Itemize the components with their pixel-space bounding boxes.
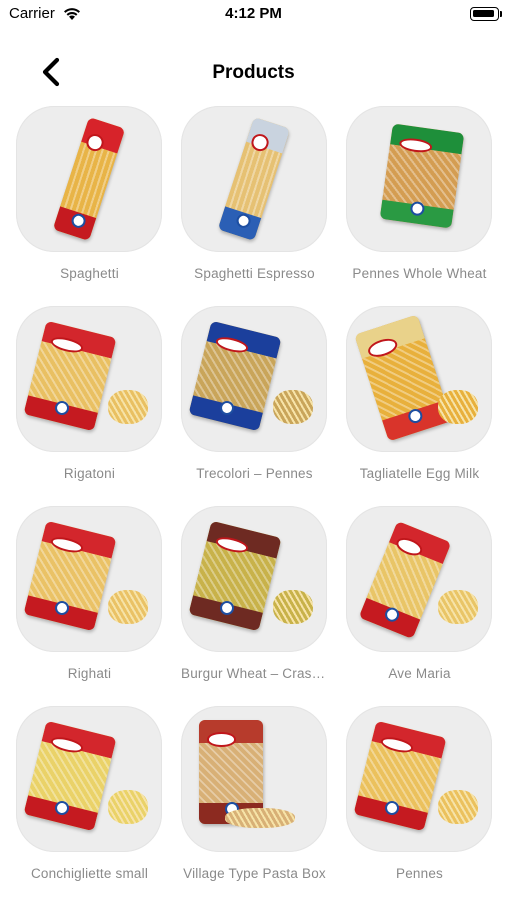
product-item[interactable]: Pennes <box>346 706 493 900</box>
product-package <box>379 123 465 229</box>
product-name: Conchigliette small <box>30 866 149 881</box>
product-name: Tagliatelle Egg Milk <box>359 466 480 481</box>
status-time: 4:12 PM <box>225 5 282 22</box>
pasta-pile <box>438 590 478 624</box>
product-package <box>353 720 447 832</box>
product-image[interactable] <box>346 706 492 852</box>
pasta-pile <box>108 790 148 824</box>
product-name: Spaghetti Espresso <box>194 266 315 281</box>
pasta-pile <box>108 390 148 424</box>
product-image[interactable] <box>346 306 492 452</box>
product-name: Righati <box>67 666 112 681</box>
product-item[interactable]: Tagliatelle Egg Milk <box>346 306 493 506</box>
pasta-pile <box>438 790 478 824</box>
product-image[interactable] <box>16 706 162 852</box>
product-image[interactable] <box>181 706 327 852</box>
product-image[interactable] <box>346 506 492 652</box>
product-item[interactable]: Village Type Pasta Box <box>181 706 328 900</box>
page-title: Products <box>212 62 295 83</box>
product-name: Rigatoni <box>63 466 116 481</box>
product-grid: Spaghetti Spaghetti Espresso Pennes Whole … <box>16 106 493 900</box>
product-item[interactable]: Rigatoni <box>16 306 163 506</box>
product-item[interactable]: Conchigliette small <box>16 706 163 900</box>
pasta-pile <box>438 390 478 424</box>
product-item[interactable]: Trecolori – Pennes <box>181 306 328 506</box>
product-name: Pennes <box>396 866 443 881</box>
product-package <box>52 117 126 241</box>
product-package <box>23 520 117 632</box>
pasta-pile <box>108 590 148 624</box>
product-name: Spaghetti <box>60 266 119 281</box>
product-name: Pennes Whole Wheat <box>352 266 487 281</box>
product-item[interactable]: Righati <box>16 506 163 706</box>
product-package <box>188 520 282 632</box>
status-bar: Carrier 4:12 PM <box>0 0 507 30</box>
battery-cap <box>500 11 502 17</box>
product-image[interactable] <box>181 506 327 652</box>
pasta-pile <box>273 590 313 624</box>
product-package <box>358 520 452 640</box>
product-image[interactable] <box>346 106 492 252</box>
product-package <box>23 320 117 432</box>
battery-icon <box>470 7 499 21</box>
product-package <box>188 320 282 432</box>
product-image[interactable] <box>181 106 327 252</box>
product-name: Burgur Wheat – Crashed <box>181 666 328 681</box>
product-item[interactable]: Ave Maria <box>346 506 493 706</box>
pasta-pile <box>273 390 313 424</box>
product-name: Village Type Pasta Box <box>183 866 326 881</box>
product-package <box>23 720 117 832</box>
product-package <box>354 314 452 442</box>
product-item[interactable]: Burgur Wheat – Crashed <box>181 506 328 706</box>
pasta-pile <box>225 808 295 828</box>
product-image[interactable] <box>16 506 162 652</box>
navigation-bar: Products <box>0 50 507 94</box>
product-item[interactable]: Spaghetti Espresso <box>181 106 328 306</box>
product-package <box>217 117 291 241</box>
product-name: Trecolori – Pennes <box>196 466 313 481</box>
product-item[interactable]: Spaghetti <box>16 106 163 306</box>
product-name: Ave Maria <box>388 666 451 681</box>
product-image[interactable] <box>16 106 162 252</box>
product-image[interactable] <box>181 306 327 452</box>
product-item[interactable]: Pennes Whole Wheat <box>346 106 493 306</box>
product-image[interactable] <box>16 306 162 452</box>
